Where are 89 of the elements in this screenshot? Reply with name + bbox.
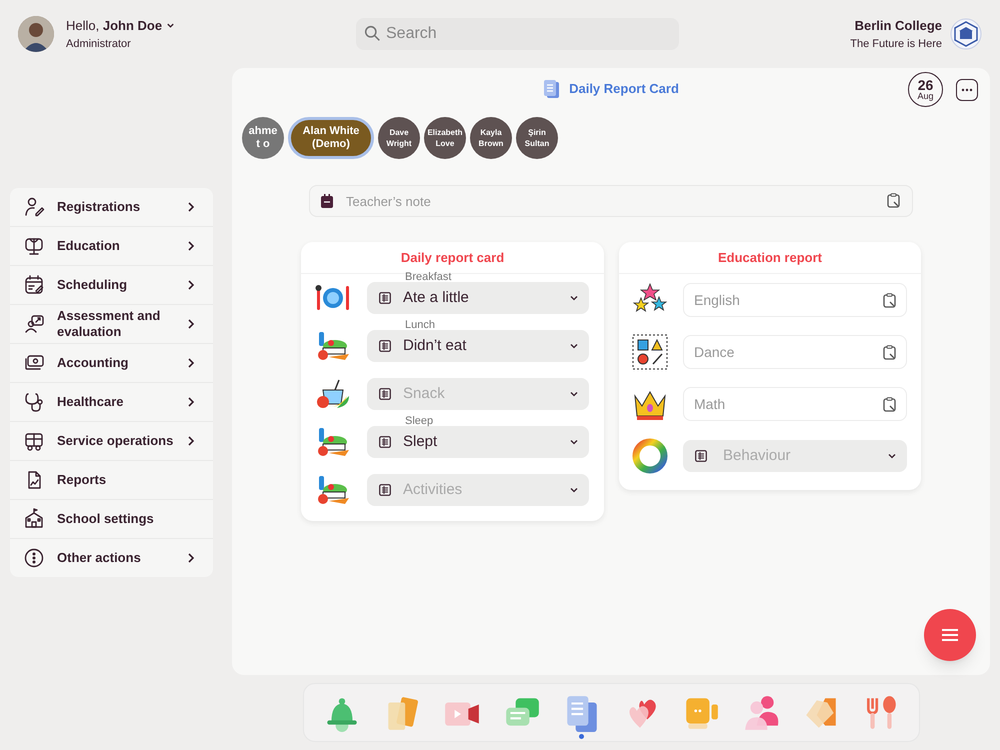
college-name: Berlin College xyxy=(854,17,942,35)
clipboard-icon[interactable] xyxy=(883,345,897,360)
chevron-down-icon xyxy=(569,438,579,446)
document-icon xyxy=(543,79,562,99)
sidebar-icon xyxy=(23,274,45,296)
field-label: Lunch xyxy=(405,319,435,331)
input-field[interactable]: English xyxy=(683,283,907,317)
dropdown[interactable]: Slept xyxy=(367,426,589,458)
list-icon xyxy=(379,388,391,400)
sidebar-icon xyxy=(23,313,45,335)
sidebar-label: Other actions xyxy=(57,550,142,566)
sidebar-item[interactable]: Service operations xyxy=(10,422,213,460)
sidebar-label: Service operations xyxy=(57,433,174,449)
list-icon xyxy=(379,340,391,352)
menu-button[interactable] xyxy=(924,609,976,661)
sidebar-label: Education xyxy=(57,238,121,254)
sidebar-icon xyxy=(23,196,45,218)
list-icon xyxy=(379,436,391,448)
people-icon[interactable] xyxy=(742,694,780,732)
shapes-icon xyxy=(632,334,668,370)
food-icon xyxy=(315,426,351,458)
college-logo-icon xyxy=(950,18,982,50)
more-icon xyxy=(961,88,973,92)
field-placeholder: Activities xyxy=(403,480,464,500)
sidebar-item[interactable]: Education xyxy=(10,227,213,265)
sidebar-icon xyxy=(23,547,45,569)
list-icon xyxy=(379,484,391,496)
field-value: Slept xyxy=(403,432,438,452)
avatar[interactable] xyxy=(18,16,54,52)
sidebar-label: School settings xyxy=(57,511,155,527)
menu-icon xyxy=(941,628,959,642)
more-button[interactable] xyxy=(956,79,978,101)
clipboard-icon[interactable] xyxy=(887,193,901,208)
date-badge[interactable]: 26 Aug xyxy=(908,72,943,107)
page-title: Daily Report Card xyxy=(569,80,679,98)
sidebar-item[interactable]: School settings xyxy=(10,500,213,538)
clipboard-icon[interactable] xyxy=(883,293,897,308)
clipboard-icon[interactable] xyxy=(883,397,897,412)
sidebar-item[interactable]: Reports xyxy=(10,461,213,499)
input-field[interactable]: Dance xyxy=(683,335,907,369)
student-avatar[interactable]: ahmet o xyxy=(242,117,284,159)
sidebar-label: Accounting xyxy=(57,355,130,371)
list-icon xyxy=(695,450,707,462)
search-icon xyxy=(364,25,381,42)
sidebar-item[interactable]: Accounting xyxy=(10,344,213,382)
sidebar-label: Assessment and evaluation xyxy=(57,308,162,340)
sidebar-label: Registrations xyxy=(57,199,142,215)
sidebar-label: Healthcare xyxy=(57,394,124,410)
chevron-down-icon xyxy=(569,342,579,350)
sidebar-item[interactable]: Registrations xyxy=(10,188,213,226)
sidebar-item[interactable]: Scheduling xyxy=(10,266,213,304)
input-field[interactable]: Math xyxy=(683,387,907,421)
student-avatar[interactable]: Dave Wright xyxy=(378,117,420,159)
dropdown[interactable]: Didn’t eat xyxy=(367,330,589,362)
chevron-down-icon xyxy=(569,294,579,302)
sidebar-item[interactable]: Assessment and evaluation xyxy=(10,305,213,343)
student-avatar[interactable]: Elizabeth Love xyxy=(424,117,466,159)
greeting-text: Hello, John Doe xyxy=(66,17,162,35)
chevron-down-icon xyxy=(887,452,897,460)
student-avatar[interactable]: Alan White (Demo) xyxy=(288,117,374,159)
field-placeholder: Behaviour xyxy=(723,446,792,466)
notepad-icon xyxy=(321,194,333,208)
field-value: Ate a little xyxy=(403,288,470,308)
student-avatar[interactable]: Kayla Brown xyxy=(470,117,512,159)
sidebar-label: Reports xyxy=(57,472,108,488)
fruit-icon xyxy=(315,378,351,410)
sidebar-icon xyxy=(23,508,45,530)
field-value: Didn’t eat xyxy=(403,336,468,356)
chevron-down-icon xyxy=(569,390,579,398)
chevron-down-icon[interactable] xyxy=(166,21,176,30)
card-title: Education report xyxy=(619,242,921,274)
teacher-note-field[interactable]: Teacher’s note xyxy=(309,185,913,217)
field-placeholder: Snack xyxy=(403,384,446,404)
sidebar-label: Scheduling xyxy=(57,277,128,293)
search-field[interactable]: Search xyxy=(356,18,679,50)
sidebar-item[interactable]: Healthcare xyxy=(10,383,213,421)
sidebar-icon xyxy=(23,391,45,413)
college-tagline: The Future is Here xyxy=(850,36,942,52)
sidebar-item[interactable]: Other actions xyxy=(10,539,213,577)
role-text: Administrator xyxy=(66,36,132,52)
food-icon xyxy=(315,330,351,362)
student-avatar[interactable]: Şirin Sultan xyxy=(516,117,558,159)
color-wheel-icon xyxy=(632,438,668,474)
dropdown[interactable]: Ate a little xyxy=(367,282,589,314)
field-label: Breakfast xyxy=(405,271,452,283)
list-icon xyxy=(379,292,391,304)
field-label: Sleep xyxy=(405,415,434,427)
food-icon xyxy=(315,474,351,506)
chevron-down-icon xyxy=(569,486,579,494)
